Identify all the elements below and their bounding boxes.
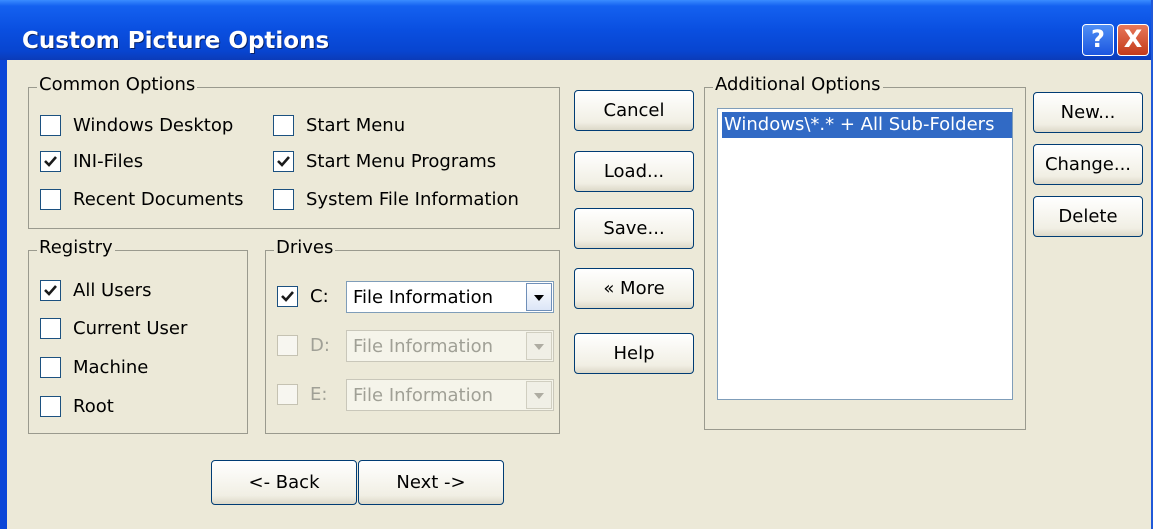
drive-c-label[interactable]: C: — [310, 286, 329, 307]
help-title-button[interactable]: ? — [1082, 24, 1114, 56]
checkmark-icon — [281, 291, 294, 302]
additional-options-list[interactable]: Windows\*.* + All Sub-Folders — [717, 108, 1013, 400]
chevron-down-icon[interactable] — [526, 283, 552, 311]
list-item[interactable]: Windows\*.* + All Sub-Folders — [722, 112, 1012, 138]
recent-documents-checkbox[interactable] — [40, 189, 61, 210]
windows-desktop-checkbox[interactable] — [40, 115, 61, 136]
save-button[interactable]: Save... — [574, 208, 694, 249]
checkmark-icon — [44, 156, 57, 167]
window-title: Custom Picture Options — [22, 28, 330, 54]
drive-c-select-value: File Information — [353, 287, 494, 308]
machine-label[interactable]: Machine — [73, 357, 148, 378]
checkmark-icon — [43, 360, 58, 375]
cancel-button[interactable]: Cancel — [574, 90, 694, 131]
all-users-checkbox[interactable] — [40, 280, 61, 301]
checkmark-icon — [44, 285, 57, 296]
drive-e-checkbox[interactable] — [277, 384, 298, 405]
delete-button[interactable]: Delete — [1033, 196, 1143, 237]
ini-files-checkbox[interactable] — [40, 151, 61, 172]
checkmark-icon — [276, 192, 291, 207]
root-checkbox[interactable] — [40, 396, 61, 417]
close-icon: X — [1123, 25, 1143, 53]
dialog-body: Common Options Windows Desktop INI-Files… — [7, 60, 1151, 529]
start-menu-programs-checkbox[interactable] — [273, 151, 294, 172]
drives-legend: Drives — [274, 237, 336, 258]
load-button[interactable]: Load... — [574, 151, 694, 192]
drive-c-checkbox[interactable] — [277, 286, 298, 307]
registry-legend: Registry — [37, 237, 115, 258]
custom-picture-options-dialog: Custom Picture Options ? X Common Option… — [0, 0, 1153, 529]
drives-group: Drives C: File Information D: File Infor… — [265, 237, 560, 434]
new-button[interactable]: New... — [1033, 92, 1143, 133]
system-file-information-label[interactable]: System File Information — [306, 189, 519, 210]
next-button[interactable]: Next -> — [358, 460, 504, 505]
checkmark-icon — [43, 118, 58, 133]
drive-e-select-value: File Information — [353, 385, 494, 406]
current-user-checkbox[interactable] — [40, 318, 61, 339]
start-menu-label[interactable]: Start Menu — [306, 115, 405, 136]
start-menu-checkbox[interactable] — [273, 115, 294, 136]
help-button[interactable]: Help — [574, 333, 694, 374]
drive-e-label[interactable]: E: — [310, 384, 327, 405]
checkmark-icon — [43, 192, 58, 207]
recent-documents-label[interactable]: Recent Documents — [73, 189, 244, 210]
common-options-group: Common Options Windows Desktop INI-Files… — [28, 74, 560, 229]
title-bar[interactable]: Custom Picture Options ? X — [0, 0, 1153, 60]
checkmark-icon — [280, 387, 295, 402]
close-title-button[interactable]: X — [1117, 24, 1149, 56]
windows-desktop-label[interactable]: Windows Desktop — [73, 115, 233, 136]
registry-group: Registry All Users Current User Machine … — [28, 237, 248, 434]
additional-options-legend: Additional Options — [713, 74, 883, 95]
common-options-legend: Common Options — [37, 74, 198, 95]
drive-d-select-value: File Information — [353, 336, 494, 357]
checkmark-icon — [277, 156, 290, 167]
checkmark-icon — [43, 321, 58, 336]
chevron-down-icon[interactable] — [526, 332, 552, 360]
more-button[interactable]: « More — [574, 268, 694, 309]
checkmark-icon — [276, 118, 291, 133]
change-button[interactable]: Change... — [1033, 144, 1143, 185]
chevron-down-icon[interactable] — [526, 381, 552, 409]
question-icon: ? — [1091, 25, 1105, 53]
drive-d-select[interactable]: File Information — [346, 330, 554, 362]
drive-e-select[interactable]: File Information — [346, 379, 554, 411]
all-users-label[interactable]: All Users — [73, 280, 151, 301]
system-file-information-checkbox[interactable] — [273, 189, 294, 210]
drive-c-select[interactable]: File Information — [346, 281, 554, 313]
checkmark-icon — [280, 338, 295, 353]
checkmark-icon — [43, 399, 58, 414]
current-user-label[interactable]: Current User — [73, 318, 187, 339]
machine-checkbox[interactable] — [40, 357, 61, 378]
drive-d-checkbox[interactable] — [277, 335, 298, 356]
root-label[interactable]: Root — [73, 396, 114, 417]
back-button[interactable]: <- Back — [211, 460, 357, 505]
ini-files-label[interactable]: INI-Files — [73, 151, 143, 172]
drive-d-label[interactable]: D: — [310, 335, 330, 356]
start-menu-programs-label[interactable]: Start Menu Programs — [306, 151, 496, 172]
